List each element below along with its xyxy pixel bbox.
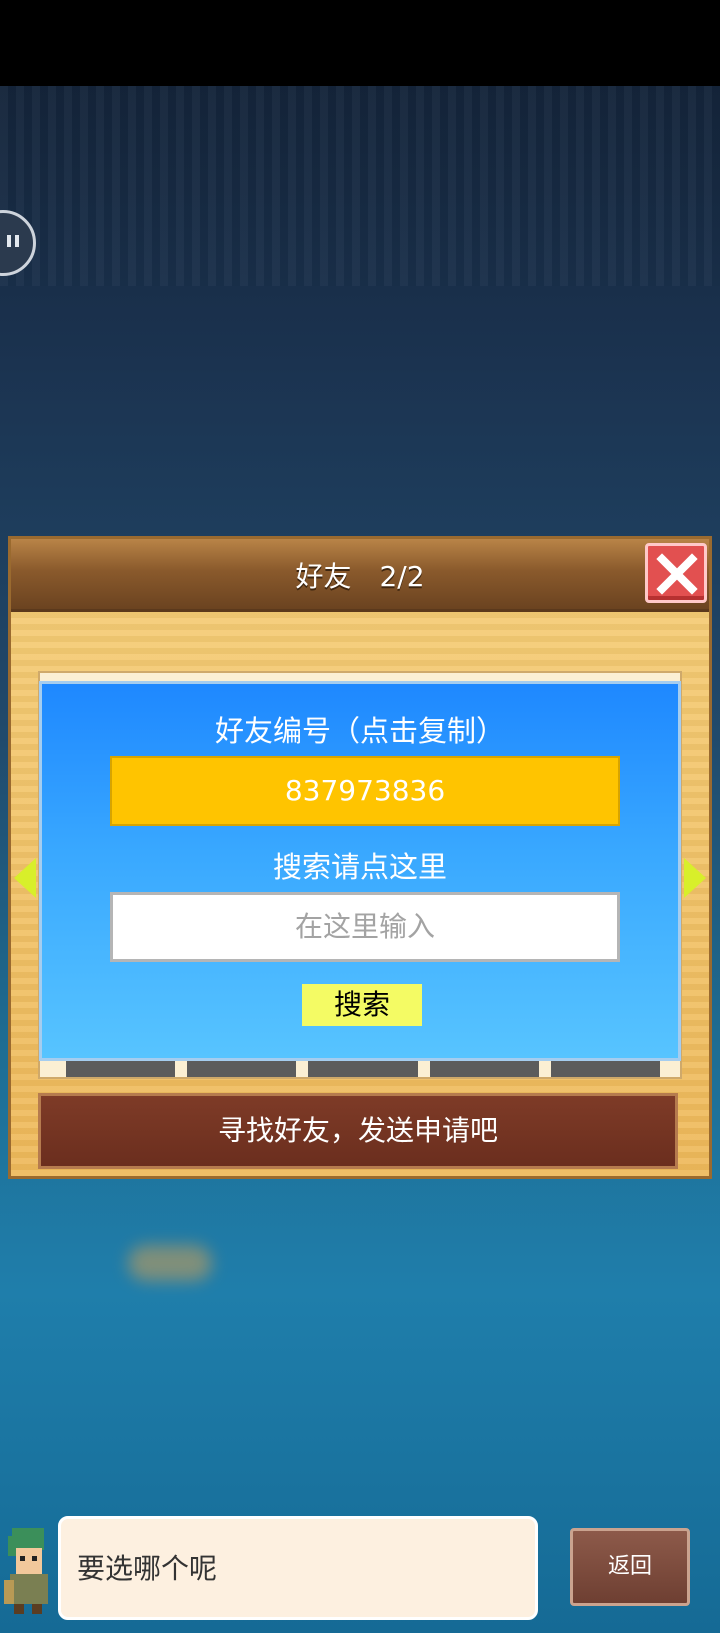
dialog-header: 好友 2/2 xyxy=(11,539,709,612)
friend-id-label: 好友编号（点击复制） xyxy=(214,714,505,748)
status-bar xyxy=(0,0,720,86)
search-hint: 搜索请点这里 xyxy=(272,850,447,884)
friend-id-copy-button[interactable]: 837973836 xyxy=(110,756,620,826)
close-icon xyxy=(656,553,698,595)
dialog-title: 好友 2/2 xyxy=(295,560,425,593)
speech-text: 要选哪个呢 xyxy=(77,1552,218,1585)
arrow-left-icon[interactable] xyxy=(14,858,36,898)
arrow-right-icon[interactable] xyxy=(684,858,706,898)
friend-slot[interactable] xyxy=(66,1059,176,1077)
pause-icon xyxy=(7,235,11,247)
friend-slot[interactable] xyxy=(550,1059,661,1077)
close-button[interactable] xyxy=(645,543,707,603)
friend-slot[interactable] xyxy=(308,1059,418,1077)
back-button[interactable]: 返回 xyxy=(570,1528,690,1606)
find-friends-banner: 寻找好友，发送申请吧 xyxy=(38,1093,678,1169)
character-avatar-icon xyxy=(4,1528,48,1614)
blurred-map-object xyxy=(128,1245,212,1281)
friend-list-slots xyxy=(66,1059,661,1077)
friend-search-panel: 好友编号（点击复制） 837973836 搜索请点这里 在这里输入 搜索 xyxy=(39,681,681,1061)
search-input[interactable]: 在这里输入 xyxy=(110,892,620,962)
speech-bubble: 要选哪个呢 xyxy=(58,1516,538,1620)
friend-slot[interactable] xyxy=(429,1059,539,1077)
background-texture xyxy=(0,86,720,286)
search-button[interactable]: 搜索 xyxy=(302,984,422,1026)
friend-slot[interactable] xyxy=(187,1059,297,1077)
